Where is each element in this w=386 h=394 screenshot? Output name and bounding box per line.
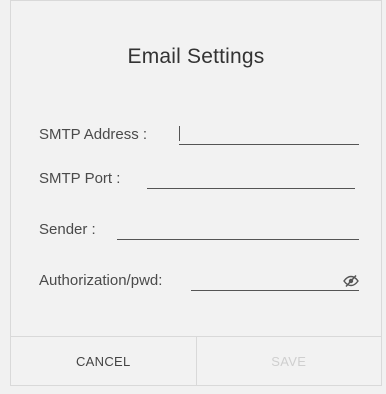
- authorization-field-wrap: [191, 267, 359, 291]
- smtp-address-field-wrap: [179, 121, 359, 145]
- smtp-port-label: SMTP Port :: [39, 170, 121, 187]
- dialog-title: Email Settings: [127, 45, 265, 68]
- smtp-address-input[interactable]: [179, 121, 359, 145]
- sender-row: Sender :: [39, 212, 359, 240]
- authorization-password-input[interactable]: [191, 267, 359, 291]
- smtp-port-row: SMTP Port :: [39, 161, 359, 189]
- sender-label: Sender :: [39, 221, 96, 238]
- smtp-port-input[interactable]: [147, 165, 355, 189]
- cancel-button[interactable]: CANCEL: [11, 337, 197, 385]
- smtp-address-row: SMTP Address :: [39, 117, 359, 145]
- smtp-address-label: SMTP Address :: [39, 126, 148, 143]
- dialog-footer: CANCEL SAVE: [11, 336, 381, 385]
- email-settings-dialog: Email Settings SMTP Address : SMTP Port …: [10, 0, 382, 386]
- authorization-row: Authorization/pwd:: [39, 263, 359, 291]
- save-button[interactable]: SAVE: [197, 337, 382, 385]
- eye-off-icon[interactable]: [343, 274, 359, 288]
- authorization-label: Authorization/pwd:: [39, 272, 163, 289]
- sender-input[interactable]: [117, 216, 359, 240]
